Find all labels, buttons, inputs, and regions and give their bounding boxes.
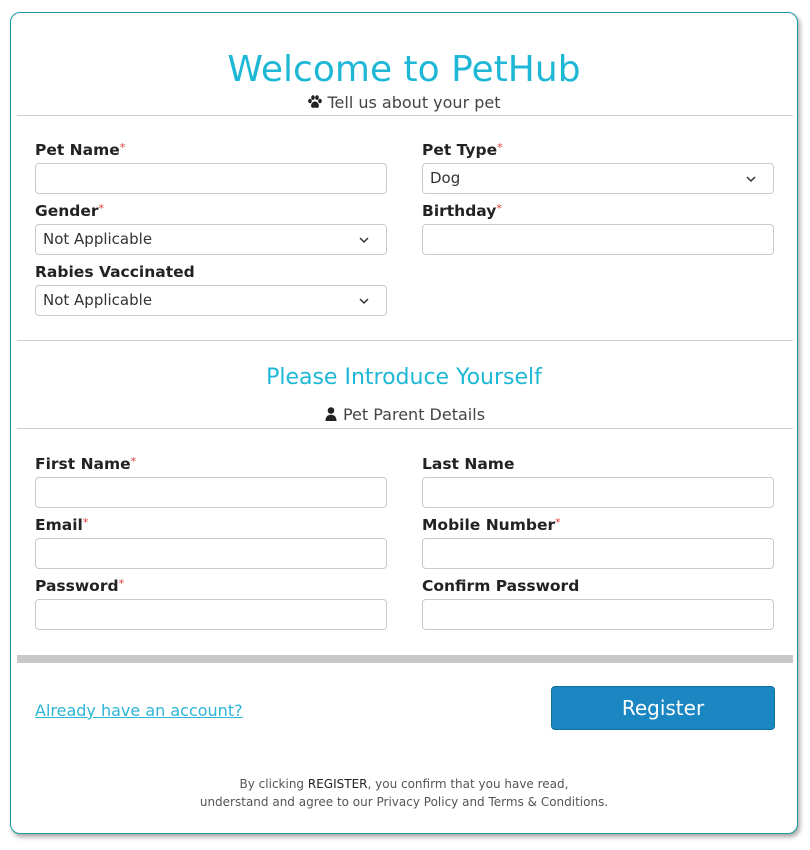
terms-text: By clicking REGISTER, you confirm that y…	[199, 777, 609, 809]
pet-type-label: Pet Type*	[422, 141, 503, 159]
confirm-password-label: Confirm Password	[422, 577, 580, 595]
rabies-selected: Not Applicable	[43, 291, 153, 309]
page-title: Welcome to PetHub	[227, 49, 581, 90]
birthday-label: Birthday*	[422, 202, 502, 220]
pet-type-field: Pet Type* Dog	[422, 141, 774, 194]
pet-section-subtitle: Tell us about your pet	[11, 93, 797, 112]
parent-section-subtitle: Pet Parent Details	[11, 405, 797, 424]
mobile-field: Mobile Number*	[422, 516, 774, 569]
login-link[interactable]: Already have an account?	[35, 701, 243, 720]
email-field: Email*	[35, 516, 387, 569]
last-name-label: Last Name	[422, 455, 515, 473]
registration-card: Welcome to PetHub Tell us about your pet…	[10, 12, 798, 834]
mobile-label: Mobile Number*	[422, 516, 561, 534]
register-button[interactable]: Register	[551, 686, 775, 730]
password-field: Password*	[35, 577, 387, 630]
last-name-field: Last Name	[422, 455, 774, 508]
gender-selected: Not Applicable	[43, 230, 153, 248]
password-label: Password*	[35, 577, 125, 595]
gender-label: Gender*	[35, 202, 105, 220]
pet-name-input[interactable]	[35, 163, 387, 194]
gender-select[interactable]: Not Applicable	[35, 224, 387, 255]
user-icon	[323, 406, 339, 422]
parent-section-subtitle-text: Pet Parent Details	[342, 405, 486, 424]
section-divider	[17, 115, 793, 116]
mobile-input[interactable]	[422, 538, 774, 569]
section-divider	[17, 428, 793, 429]
pet-name-label: Pet Name*	[35, 141, 126, 159]
rabies-field: Rabies Vaccinated Not Applicable	[35, 263, 387, 316]
parent-section-title: Please Introduce Yourself	[266, 365, 542, 390]
chevron-down-icon	[746, 176, 756, 183]
chevron-down-icon	[359, 298, 369, 305]
email-label: Email*	[35, 516, 89, 534]
rabies-select[interactable]: Not Applicable	[35, 285, 387, 316]
first-name-input[interactable]	[35, 477, 387, 508]
form-divider-bar	[17, 655, 793, 663]
first-name-field: First Name*	[35, 455, 387, 508]
last-name-input[interactable]	[422, 477, 774, 508]
birthday-field: Birthday*	[422, 202, 774, 255]
paw-icon	[307, 94, 323, 110]
first-name-label: First Name*	[35, 455, 137, 473]
pet-name-field: Pet Name*	[35, 141, 387, 194]
pet-type-selected: Dog	[430, 169, 461, 187]
confirm-password-field: Confirm Password	[422, 577, 774, 630]
chevron-down-icon	[359, 237, 369, 244]
rabies-label: Rabies Vaccinated	[35, 263, 195, 281]
email-input[interactable]	[35, 538, 387, 569]
birthday-input[interactable]	[422, 224, 774, 255]
pet-section-subtitle-text: Tell us about your pet	[327, 93, 501, 112]
terms-keyword: REGISTER	[307, 777, 368, 791]
section-divider	[17, 340, 793, 341]
gender-field: Gender* Not Applicable	[35, 202, 387, 255]
password-input[interactable]	[35, 599, 387, 630]
pet-type-select[interactable]: Dog	[422, 163, 774, 194]
confirm-password-input[interactable]	[422, 599, 774, 630]
